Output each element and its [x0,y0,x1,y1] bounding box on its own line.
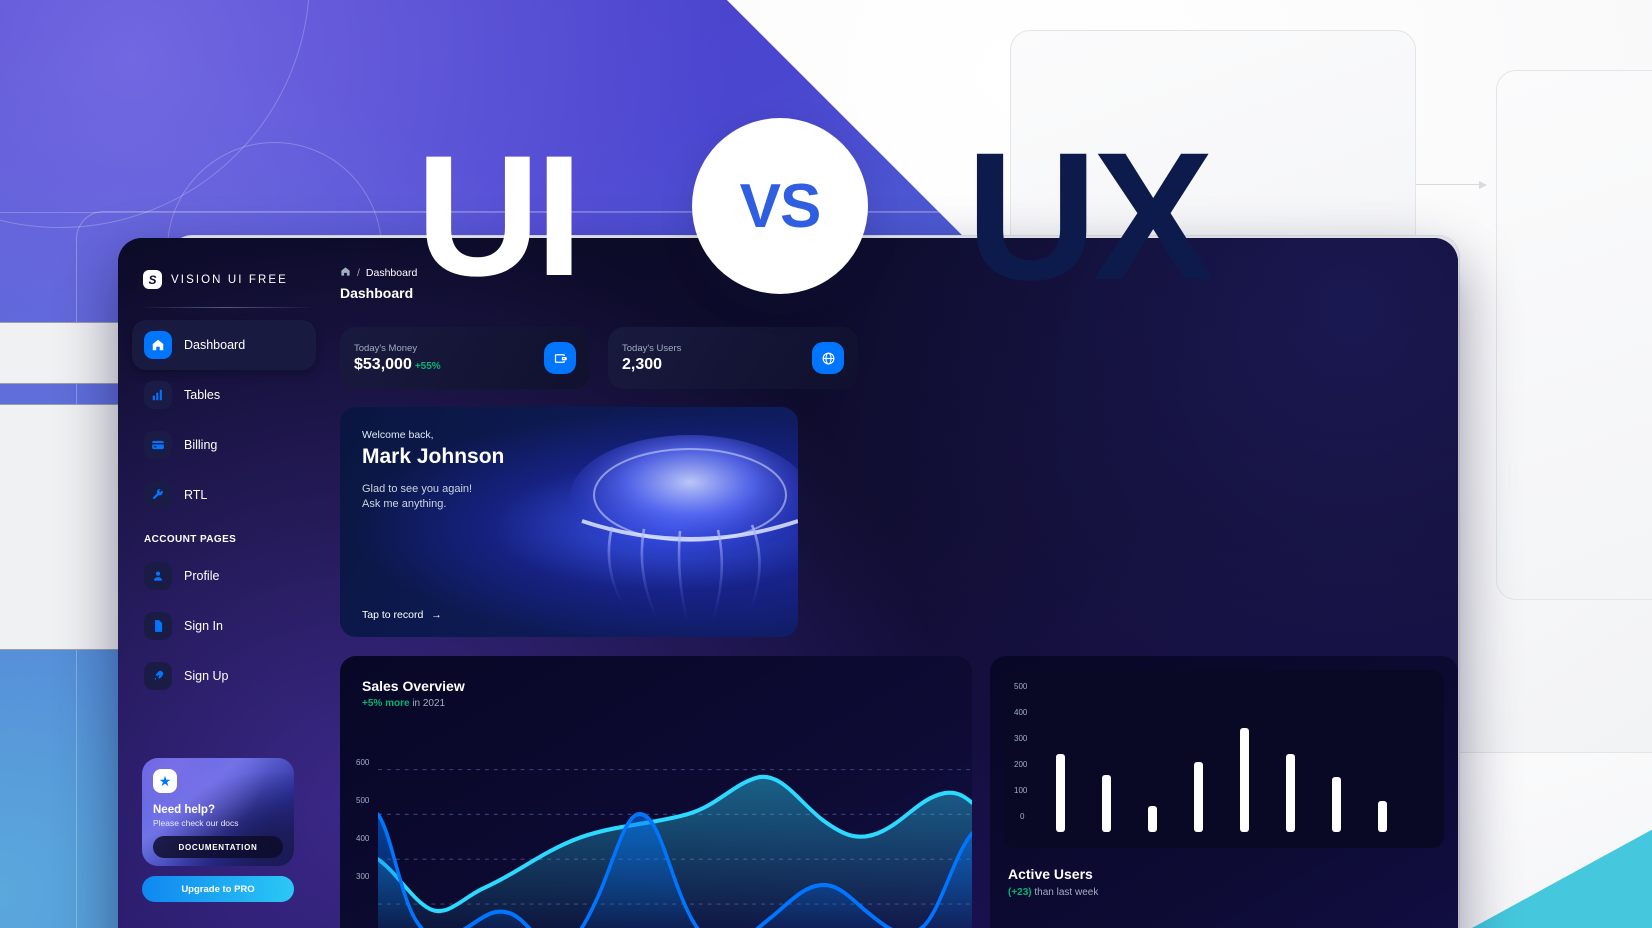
bar [1286,754,1295,832]
bar [1056,754,1065,832]
breadcrumb-current[interactable]: Dashboard [366,267,417,279]
bar [1194,762,1203,832]
help-card-title: Need help? [153,804,215,816]
wrench-icon [144,481,172,509]
sidebar-item-rtl[interactable]: RTL [132,470,316,520]
sidebar-item-label: Billing [184,438,218,452]
help-card: ★ Need help? Please check our docs DOCUM… [142,758,294,866]
help-card-subtitle: Please check our docs [153,818,239,828]
active-users-delta: (+23) [1008,887,1032,898]
sidebar-item-label: Sign In [184,619,223,633]
ghost-connector-arrow [1416,180,1487,189]
sales-overview-delta: +5% more [362,698,410,709]
welcome-line-1: Glad to see you again! [362,483,473,495]
sales-overview-period: in 2021 [412,698,446,709]
headline-ui: UI [416,120,583,312]
arrow-right-icon: → [431,609,442,621]
poster-canvas: Type here... Sign in [0,0,1652,928]
bar-chart-icon [144,381,172,409]
bar [1378,801,1387,832]
sidebar-item-tables[interactable]: Tables [132,370,316,420]
active-users-chart: 500 400 300 200 100 0 [1004,670,1444,848]
sidebar-item-dashboard[interactable]: Dashboard [132,320,316,370]
y-tick-400: 400 [356,834,370,843]
upgrade-to-pro-button[interactable]: Upgrade to PRO [142,876,294,902]
star-icon: ★ [153,769,177,793]
vision-ui-dashboard: S VISION UI FREE Dashboard Tables Billin… [118,238,1458,928]
headline-ux: UX [966,114,1214,318]
y-tick-500: 500 [356,796,370,805]
home-icon [144,331,172,359]
stat-label: Today's Money [354,342,418,354]
sales-overview-card[interactable]: Sales Overview +5% more in 2021 600 500 … [340,656,972,928]
welcome-card[interactable]: Welcome back, Mark Johnson Glad to see y… [340,407,798,637]
welcome-user-name: Mark Johnson [362,445,505,468]
stat-card-todays-money[interactable]: Today's Money $53,000 +55% [340,327,590,389]
stat-card-todays-users[interactable]: Today's Users 2,300 [608,327,858,389]
welcome-eyebrow: Welcome back, [362,429,434,441]
sidebar-item-label: Dashboard [184,338,246,352]
sidebar-item-billing[interactable]: Billing [132,420,316,470]
sidebar-item-sign-up[interactable]: Sign Up [132,651,316,701]
sidebar-section-label: ACCOUNT PAGES [144,534,237,545]
sidebar-item-label: Profile [184,569,220,583]
y-tick-500: 500 [1014,682,1028,691]
documentation-button[interactable]: DOCUMENTATION [153,836,283,858]
brand-name: VISION UI FREE [171,273,288,286]
welcome-line-2: Ask me anything. [362,498,447,510]
stat-label: Today's Users [622,342,682,354]
sidebar-item-label: Tables [184,388,221,402]
brand-logo-icon: S [143,270,162,289]
sales-overview-title: Sales Overview [362,678,465,694]
bar [1332,777,1341,832]
wallet-icon [544,342,576,374]
sidebar-divider [142,307,310,308]
tap-to-record-link[interactable]: Tap to record → [362,609,442,621]
active-users-card[interactable]: 500 400 300 200 100 0 Active Users (+23)… [990,656,1458,928]
y-tick-300: 300 [1014,734,1028,743]
person-icon [144,562,172,590]
sidebar-item-profile[interactable]: Profile [132,551,316,601]
y-tick-600: 600 [356,758,370,767]
active-users-period: than last week [1034,887,1099,898]
home-icon[interactable] [340,266,351,280]
rocket-icon [144,662,172,690]
vs-label: VS [739,171,822,241]
globe-icon [812,342,844,374]
bar [1148,806,1157,832]
stat-delta: +55% [414,360,441,372]
document-icon [144,612,172,640]
bar [1240,728,1249,832]
sidebar: S VISION UI FREE Dashboard Tables Billin… [118,238,330,928]
y-tick-100: 100 [1014,786,1028,795]
sidebar-item-label: Sign Up [184,669,229,683]
stat-cards: Today's Money $53,000 +55% Today's Users … [340,327,1436,389]
stat-value: 2,300 [622,355,663,373]
y-tick-300: 300 [356,872,370,881]
tap-to-record-label: Tap to record [362,609,424,621]
ghost-card-2 [1496,70,1652,600]
credit-card-icon [144,431,172,459]
stat-value: $53,000 [354,355,412,373]
sidebar-item-sign-in[interactable]: Sign In [132,601,316,651]
active-users-title: Active Users [1008,866,1093,882]
sales-overview-chart: 600 500 400 300 [340,720,972,928]
y-tick-200: 200 [1014,760,1028,769]
brand[interactable]: S VISION UI FREE [118,238,330,289]
breadcrumb-separator: / [357,267,360,279]
sales-area-chart-svg [378,768,972,928]
y-tick-0: 0 [1020,812,1025,821]
sidebar-nav: Dashboard Tables Billing RTL ACCOUNT PAG… [118,320,330,701]
sidebar-item-label: RTL [184,488,208,502]
y-tick-400: 400 [1014,708,1028,717]
vs-badge: VS [692,118,868,294]
bar [1102,775,1111,832]
